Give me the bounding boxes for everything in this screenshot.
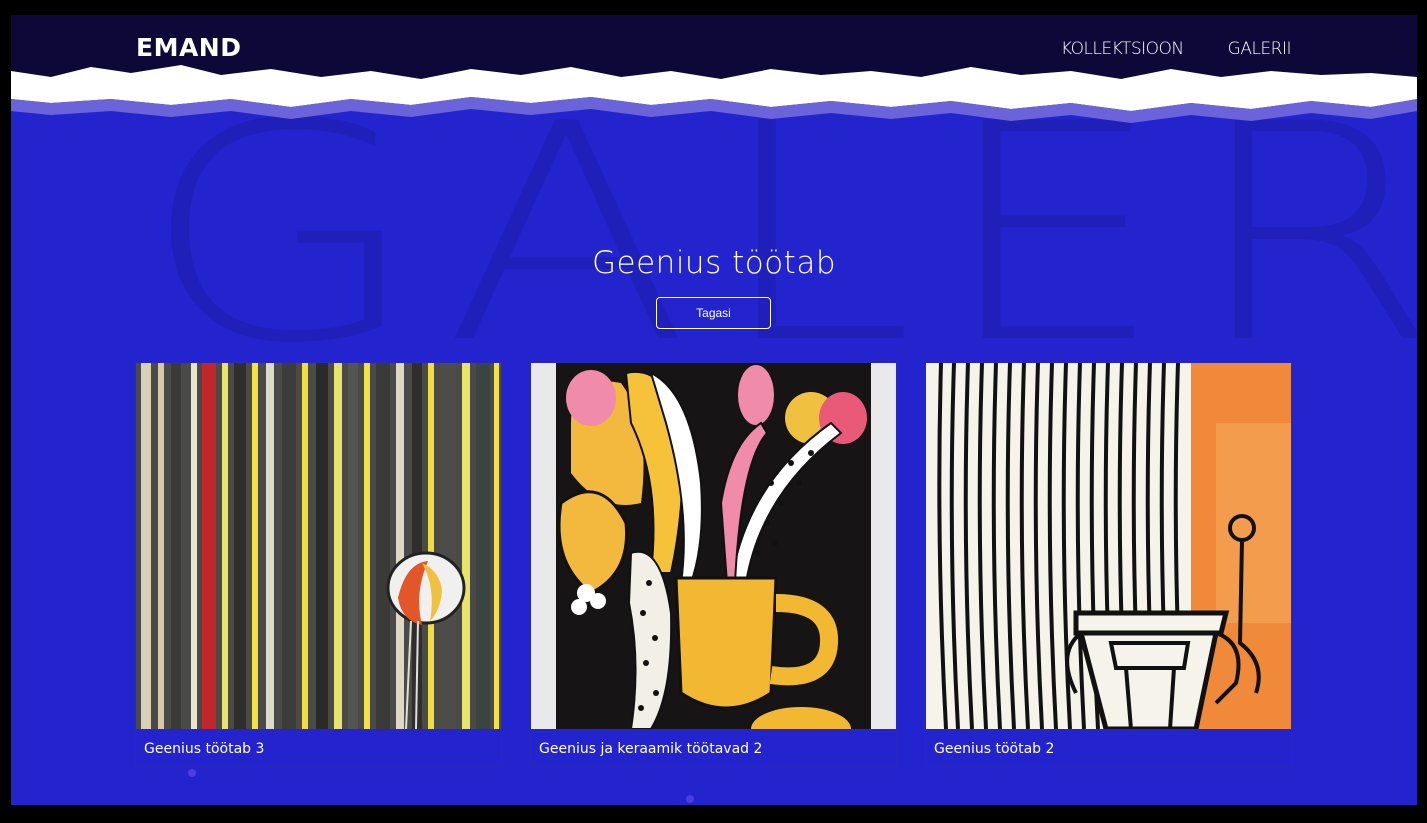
gallery-card[interactable]: Geenius töötab 3 xyxy=(136,363,501,766)
artwork-image-lines-cup xyxy=(926,363,1291,729)
emand-logo[interactable]: EMAND xyxy=(136,33,241,62)
decorative-dot xyxy=(686,795,694,803)
artwork-image-striped-bulb xyxy=(136,363,501,729)
nav-galerii[interactable]: GALERII xyxy=(1228,39,1292,59)
nav-kollektsioon[interactable]: KOLLEKTSIOON xyxy=(1061,39,1184,59)
gallery-grid: Geenius töötab 3 Geenius ja keraamik töö… xyxy=(136,363,1291,766)
page-frame: GALERII EMAND KOLLEKTSIOON GALERII Geeni… xyxy=(11,15,1417,805)
main-nav: KOLLEKTSIOON GALERII xyxy=(1061,39,1292,59)
torn-paper-divider xyxy=(11,65,1417,123)
gallery-card-title: Geenius ja keraamik töötavad 2 xyxy=(539,741,763,757)
decorative-dot xyxy=(188,769,196,777)
gallery-card[interactable]: Geenius töötab 2 xyxy=(926,363,1291,766)
page-title: Geenius töötab xyxy=(592,245,836,281)
gallery-card-title: Geenius töötab 2 xyxy=(934,741,1055,757)
gallery-card[interactable]: Geenius ja keraamik töötavad 2 xyxy=(531,363,896,766)
back-button[interactable]: Tagasi xyxy=(656,297,771,329)
gallery-card-title: Geenius töötab 3 xyxy=(144,741,265,757)
artwork-image-flower-mug xyxy=(531,363,896,729)
